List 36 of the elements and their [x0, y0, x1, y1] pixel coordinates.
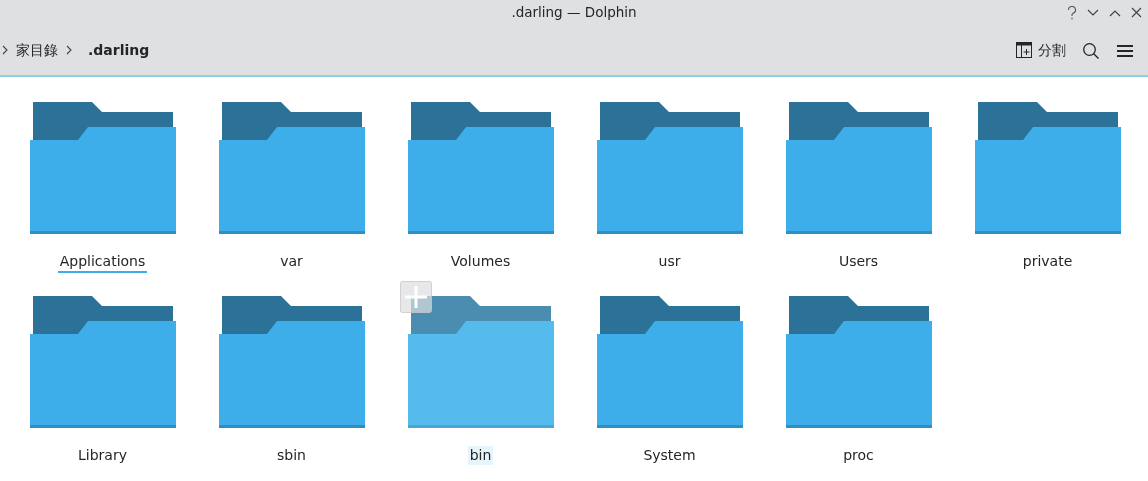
folder-icon[interactable]	[407, 102, 554, 234]
folder-name[interactable]: sbin	[275, 446, 308, 465]
close-icon[interactable]	[1131, 7, 1142, 18]
chevron-icon[interactable]	[2, 45, 8, 55]
folder-name[interactable]: usr	[656, 252, 683, 271]
folder-name[interactable]: private	[1020, 252, 1075, 271]
folder-name[interactable]: Library	[76, 446, 129, 465]
folder-name[interactable]: Users	[836, 252, 881, 271]
split-button[interactable]: 分割	[1010, 35, 1072, 65]
split-view-icon	[1016, 42, 1032, 58]
chevron-icon[interactable]	[66, 45, 72, 55]
folder-name[interactable]: proc	[841, 446, 876, 465]
folder-name[interactable]: bin	[467, 446, 494, 465]
select-toggle[interactable]	[399, 281, 432, 313]
folder-icon[interactable]	[29, 102, 176, 234]
folder-icon[interactable]	[596, 102, 743, 234]
breadcrumb-item[interactable]: 家目錄	[16, 39, 58, 61]
maximize-icon[interactable]	[1109, 8, 1121, 17]
folder-icon[interactable]	[218, 296, 365, 428]
folder-icon[interactable]	[974, 102, 1121, 234]
folder-name[interactable]: Volumes	[448, 252, 513, 271]
folder-name[interactable]: var	[278, 252, 305, 271]
folder-name[interactable]: System	[641, 446, 698, 465]
menu-icon	[1116, 42, 1134, 59]
search-icon	[1082, 41, 1100, 60]
help-icon[interactable]	[1067, 5, 1077, 20]
folder-name[interactable]: Applications	[57, 252, 148, 273]
folder-icon[interactable]	[407, 296, 554, 428]
folder-icon[interactable]	[785, 296, 932, 428]
folder-icon[interactable]	[29, 296, 176, 428]
folder-icon[interactable]	[218, 102, 365, 234]
folder-icon[interactable]	[785, 102, 932, 234]
minimize-icon[interactable]	[1087, 8, 1099, 17]
folder-icon[interactable]	[596, 296, 743, 428]
window-title: .darling — Dolphin	[511, 3, 637, 22]
breadcrumb-item[interactable]: .darling	[88, 39, 150, 61]
